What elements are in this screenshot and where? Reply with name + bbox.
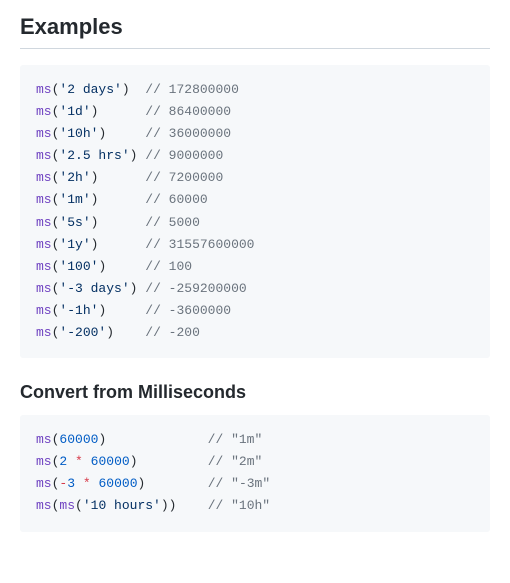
heading-examples: Examples: [20, 14, 490, 40]
code-block-convert: ms(60000) // "1m" ms(2 * 60000) // "2m" …: [20, 415, 490, 531]
code-block-examples: ms('2 days') // 172800000 ms('1d') // 86…: [20, 65, 490, 358]
heading-convert: Convert from Milliseconds: [20, 382, 490, 403]
divider: [20, 48, 490, 49]
